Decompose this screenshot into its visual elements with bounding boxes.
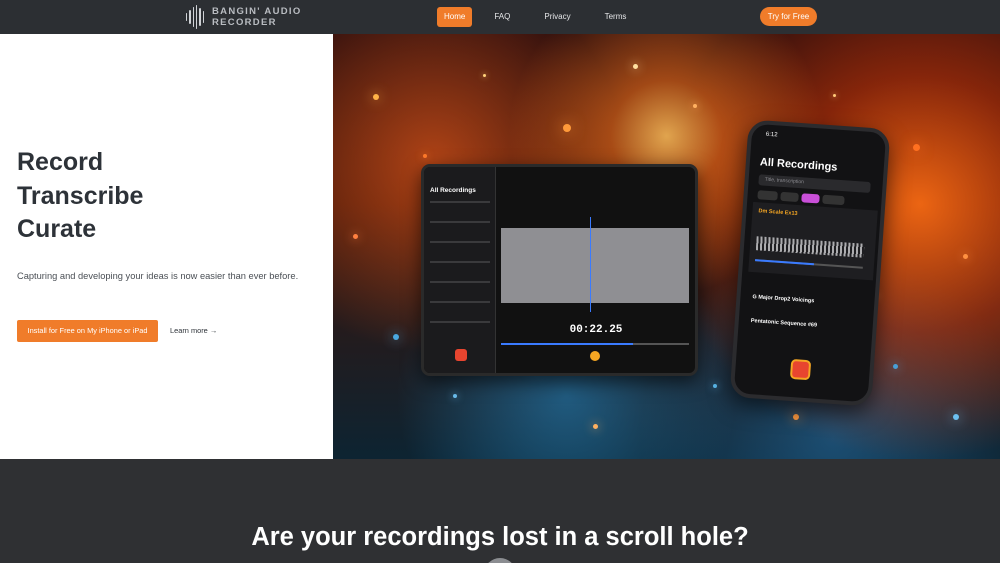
logo-text: BANGIN' AUDIO RECORDER [212, 6, 302, 28]
ipad-list-row [430, 261, 490, 263]
sparkle-dot [913, 144, 920, 151]
avatar-circle [484, 558, 516, 563]
logo-line2: RECORDER [212, 17, 277, 28]
sparkle-dot [893, 364, 898, 369]
sparkle-dot [833, 94, 836, 97]
sparkle-dot [953, 414, 959, 420]
iphone-record-button-icon [789, 358, 812, 381]
ipad-sidebar-title: All Recordings [430, 187, 476, 194]
nav-link-faq[interactable]: FAQ [482, 7, 522, 27]
problem-section: Are your recordings lost in a scroll hol… [0, 459, 1000, 563]
ipad-list-row [430, 241, 490, 243]
sparkle-dot [483, 74, 486, 77]
try-for-free-button[interactable]: Try for Free [760, 7, 817, 26]
iphone-search-field: Title, transcription [758, 174, 871, 194]
sparkle-dot [393, 334, 399, 340]
ipad-progress-bar [501, 343, 689, 345]
iphone-list-item: G Major Drop2 Voicings [752, 294, 815, 305]
section-title: Are your recordings lost in a scroll hol… [251, 523, 749, 551]
install-button[interactable]: Install for Free on My iPhone or iPad [17, 320, 158, 342]
iphone-filter-chip [822, 194, 845, 206]
ipad-play-icon [590, 351, 600, 361]
ipad-list-row [430, 281, 490, 283]
waveform-logo-icon [186, 5, 204, 29]
sparkle-dot [453, 394, 457, 398]
ipad-list-row [430, 201, 490, 203]
iphone-title: All Recordings [759, 156, 838, 174]
ipad-waveform [501, 228, 689, 303]
hero-headline: Record Transcribe Curate [17, 146, 143, 247]
sparkle-dot [373, 94, 379, 100]
nav-links: Home FAQ Privacy Terms [437, 7, 648, 27]
hero-image: All Recordings 00:22.25 6:12 All Recordi… [333, 34, 1000, 459]
iphone-filter-chip [757, 190, 778, 201]
sparkle-dot [563, 124, 571, 132]
ipad-mockup: All Recordings 00:22.25 [421, 164, 698, 376]
iphone-mockup: 6:12 All Recordings Title, transcription… [729, 119, 891, 407]
ipad-list-row [430, 321, 490, 323]
sparkle-dot [713, 384, 717, 388]
ipad-progress-fill [501, 343, 633, 345]
ipad-time-readout: 00:22.25 [569, 324, 623, 336]
ipad-record-button-icon [455, 349, 467, 361]
iphone-status-time: 6:12 [765, 131, 778, 139]
ipad-main: 00:22.25 [497, 167, 695, 373]
logo[interactable]: BANGIN' AUDIO RECORDER [186, 5, 302, 29]
nav-link-privacy[interactable]: Privacy [532, 7, 582, 27]
headline-transcribe: Transcribe [17, 181, 144, 210]
hero-text-panel: Record Transcribe Curate Capturing and d… [0, 34, 333, 459]
nav-link-terms[interactable]: Terms [593, 7, 639, 27]
nav-link-home[interactable]: Home [437, 7, 473, 27]
ipad-playhead [590, 217, 591, 312]
hero-subtitle: Capturing and developing your ideas is n… [17, 271, 299, 281]
sparkle-dot [633, 64, 638, 69]
iphone-filter-chip [801, 193, 820, 204]
ipad-list-row [430, 221, 490, 223]
learn-more-link[interactable]: Learn more → [170, 326, 217, 335]
headline-curate: Curate [17, 215, 97, 243]
ipad-sidebar: All Recordings [424, 167, 496, 373]
sparkle-dot [423, 154, 427, 158]
sparkle-dot [693, 104, 697, 108]
top-nav: BANGIN' AUDIO RECORDER Home FAQ Privacy … [0, 0, 1000, 34]
ipad-list-row [430, 301, 490, 303]
sparkle-dot [593, 424, 598, 429]
iphone-filter-chip [780, 191, 799, 203]
headline-record: Record [17, 148, 104, 176]
logo-line1: BANGIN' AUDIO [212, 6, 302, 17]
sparkle-dot [793, 414, 799, 420]
sparkle-dot [353, 234, 358, 239]
sparkle-dot [963, 254, 968, 259]
iphone-list-item: Pentatonic Sequence #69 [750, 318, 818, 329]
